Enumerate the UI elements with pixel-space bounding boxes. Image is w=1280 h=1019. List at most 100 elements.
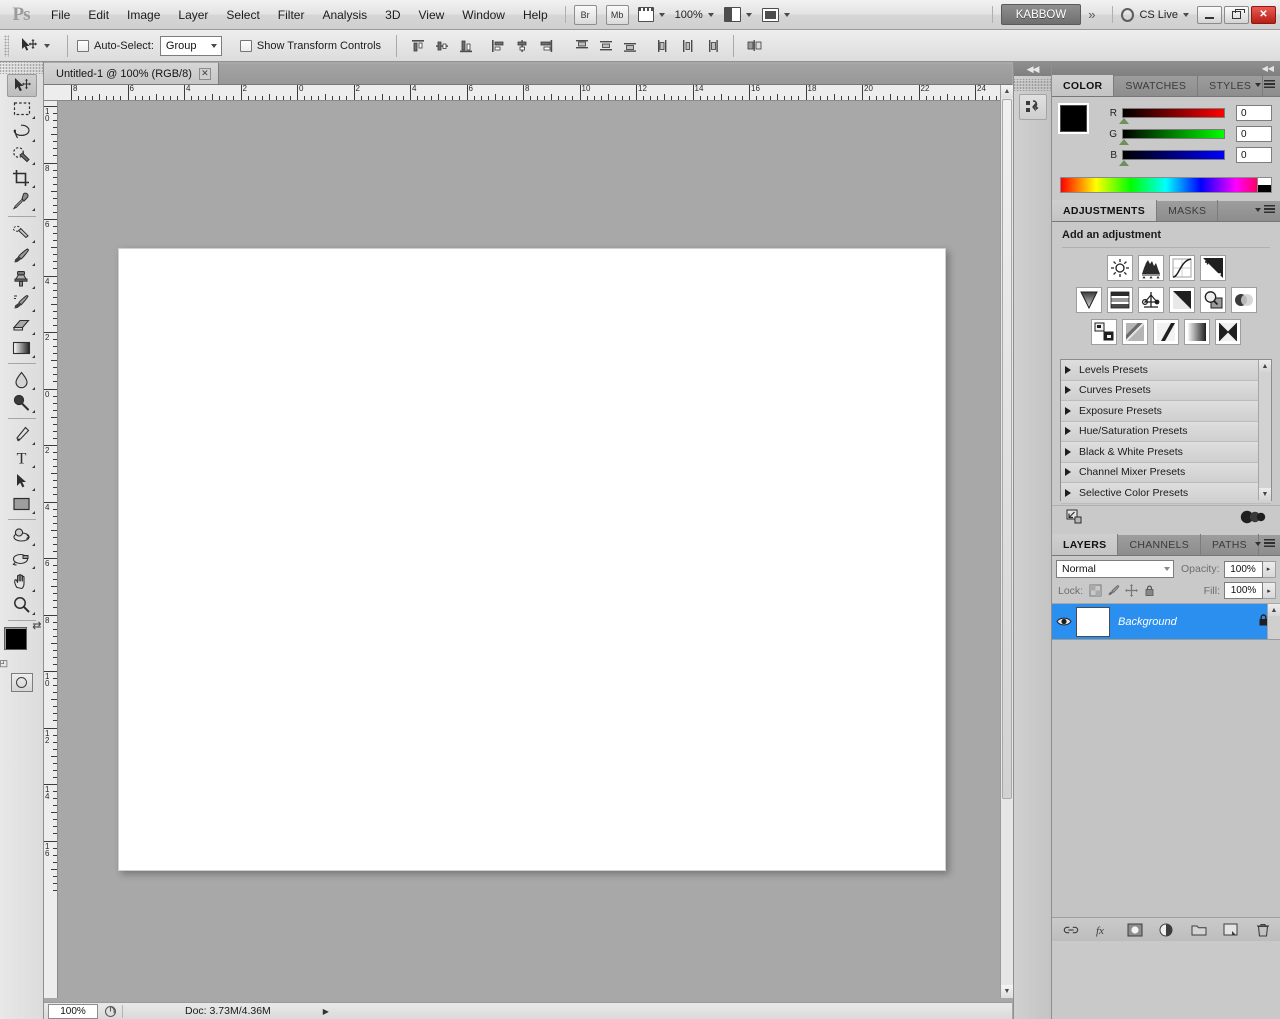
chevron-right-icon[interactable] xyxy=(1065,447,1071,456)
slider-thumb-r[interactable] xyxy=(1119,118,1129,124)
workspace-button[interactable]: KABBOW xyxy=(1000,4,1082,25)
brightness-contrast-icon[interactable] xyxy=(1106,255,1133,281)
rectangular-marquee-tool[interactable] xyxy=(7,97,37,120)
align-left-edges-button[interactable] xyxy=(487,35,509,57)
auto-align-layers-button[interactable] xyxy=(744,35,766,57)
lock-position-icon[interactable] xyxy=(1123,583,1139,599)
tab-paths[interactable]: PATHS xyxy=(1201,534,1259,555)
status-menu-triangle-icon[interactable]: ▶ xyxy=(319,1007,333,1016)
chevron-right-icon[interactable] xyxy=(1065,488,1071,497)
tab-channels[interactable]: CHANNELS xyxy=(1118,534,1202,555)
pen-tool[interactable] xyxy=(7,423,37,446)
minimize-button[interactable] xyxy=(1197,5,1222,24)
distribute-left-edges-button[interactable] xyxy=(653,35,675,57)
menu-edit[interactable]: Edit xyxy=(79,0,118,30)
eyedropper-tool[interactable] xyxy=(7,189,37,212)
layer-row-background[interactable]: Background ▲ xyxy=(1052,604,1280,640)
swap-colors-icon[interactable]: ⇄ xyxy=(32,619,41,632)
slider-value-b[interactable]: 0 xyxy=(1236,147,1272,163)
preset-row[interactable]: Channel Mixer Presets xyxy=(1061,462,1271,483)
color-spectrum-ramp[interactable] xyxy=(1060,177,1272,193)
3d-object-rotate-tool[interactable] xyxy=(7,524,37,547)
show-transform-controls-checkbox[interactable] xyxy=(239,39,252,52)
path-selection-tool[interactable] xyxy=(7,469,37,492)
preset-row[interactable]: Curves Presets xyxy=(1061,380,1271,401)
zoom-tool[interactable] xyxy=(7,593,37,616)
presets-scroll-up-arrow[interactable]: ▲ xyxy=(1259,360,1271,372)
chevron-right-icon[interactable] xyxy=(1065,365,1071,374)
black-white-icon[interactable] xyxy=(1168,287,1195,313)
eraser-tool[interactable] xyxy=(7,313,37,336)
tab-layers[interactable]: LAYERS xyxy=(1052,534,1119,555)
vertical-scroll-thumb[interactable] xyxy=(1002,99,1012,799)
layers-scroll-up-arrow[interactable]: ▲ xyxy=(1268,604,1280,616)
align-right-edges-button[interactable] xyxy=(535,35,557,57)
opacity-stepper[interactable]: ▸ xyxy=(1262,560,1276,578)
screen-mode-button[interactable] xyxy=(761,7,790,22)
tool-preset-picker[interactable] xyxy=(17,35,50,57)
move-tool[interactable] xyxy=(6,74,37,97)
auto-select-checkbox[interactable] xyxy=(77,39,89,52)
cs-live-button[interactable]: CS Live xyxy=(1121,7,1189,22)
threshold-icon[interactable] xyxy=(1153,319,1179,345)
layers-panel-menu-button[interactable] xyxy=(1255,539,1275,548)
slider-track-b[interactable] xyxy=(1119,150,1225,166)
tab-styles[interactable]: STYLES xyxy=(1198,75,1264,96)
fill-field[interactable]: 100% xyxy=(1224,582,1263,599)
launch-mini-bridge-button[interactable]: Mb xyxy=(605,4,629,25)
preset-row[interactable]: Hue/Saturation Presets xyxy=(1061,421,1271,442)
clip-to-layer-icon[interactable] xyxy=(1240,510,1266,527)
scroll-up-arrow[interactable]: ▲ xyxy=(1001,85,1013,98)
zoom-percentage-field[interactable]: 100% xyxy=(48,1003,98,1019)
fill-stepper[interactable]: ▸ xyxy=(1263,582,1276,599)
status-resize-grip-icon[interactable] xyxy=(98,1005,122,1018)
dock-grip[interactable] xyxy=(1014,79,1051,91)
foreground-color-swatch[interactable] xyxy=(3,627,27,650)
options-bar-grip[interactable] xyxy=(4,34,9,57)
chevron-right-icon[interactable] xyxy=(1065,386,1071,395)
align-top-edges-button[interactable] xyxy=(407,35,429,57)
image-canvas[interactable] xyxy=(118,248,946,871)
blur-tool[interactable] xyxy=(7,368,37,391)
add-layer-style-icon[interactable]: fx xyxy=(1095,922,1111,938)
menu-file[interactable]: File xyxy=(42,0,79,30)
link-layers-icon[interactable] xyxy=(1063,922,1079,938)
canvas-vertical-scrollbar[interactable]: ▲ ▼ xyxy=(1000,85,1013,998)
new-adjustment-layer-icon[interactable] xyxy=(1159,922,1175,938)
close-button[interactable]: ✕ xyxy=(1251,5,1276,24)
hue-saturation-icon[interactable] xyxy=(1106,287,1133,313)
selective-color-icon[interactable] xyxy=(1215,319,1241,345)
canvas-workspace[interactable] xyxy=(58,101,1012,998)
adjustments-panel-menu-button[interactable] xyxy=(1255,205,1275,214)
opacity-field[interactable]: 100% xyxy=(1223,560,1263,578)
presets-scroll-down-arrow[interactable]: ▼ xyxy=(1259,488,1271,500)
lasso-tool[interactable] xyxy=(7,120,37,143)
history-brush-tool[interactable] xyxy=(7,290,37,313)
launch-bridge-button[interactable]: Br xyxy=(573,4,597,25)
menu-view[interactable]: View xyxy=(409,0,453,30)
slider-value-r[interactable]: 0 xyxy=(1236,105,1272,121)
dodge-tool[interactable] xyxy=(7,391,37,414)
quick-mask-mode-button[interactable] xyxy=(10,673,33,692)
align-horizontal-centers-button[interactable] xyxy=(511,35,533,57)
new-group-icon[interactable] xyxy=(1191,922,1207,938)
tab-adjustments[interactable]: ADJUSTMENTS xyxy=(1052,200,1158,221)
zoom-level-dropdown[interactable]: 100% xyxy=(675,9,714,21)
gradient-tool[interactable] xyxy=(7,336,37,359)
slider-value-g[interactable]: 0 xyxy=(1236,126,1272,142)
color-foreground-swatch[interactable] xyxy=(1058,103,1089,134)
distribute-horizontal-centers-button[interactable] xyxy=(677,35,699,57)
blend-mode-dropdown[interactable]: Normal xyxy=(1056,560,1174,578)
align-bottom-edges-button[interactable] xyxy=(455,35,477,57)
add-layer-mask-icon[interactable] xyxy=(1127,922,1143,938)
arrange-documents-button[interactable] xyxy=(723,7,752,22)
view-extras-button[interactable] xyxy=(637,7,665,22)
layers-list[interactable]: Background ▲ fx xyxy=(1052,603,1280,941)
menu-image[interactable]: Image xyxy=(118,0,169,30)
menu-3d[interactable]: 3D xyxy=(376,0,409,30)
menu-select[interactable]: Select xyxy=(217,0,268,30)
menu-help[interactable]: Help xyxy=(514,0,557,30)
tab-color[interactable]: COLOR xyxy=(1052,75,1115,96)
document-tab[interactable]: Untitled-1 @ 100% (RGB/8) ✕ xyxy=(44,63,219,84)
invert-icon[interactable] xyxy=(1091,319,1117,345)
